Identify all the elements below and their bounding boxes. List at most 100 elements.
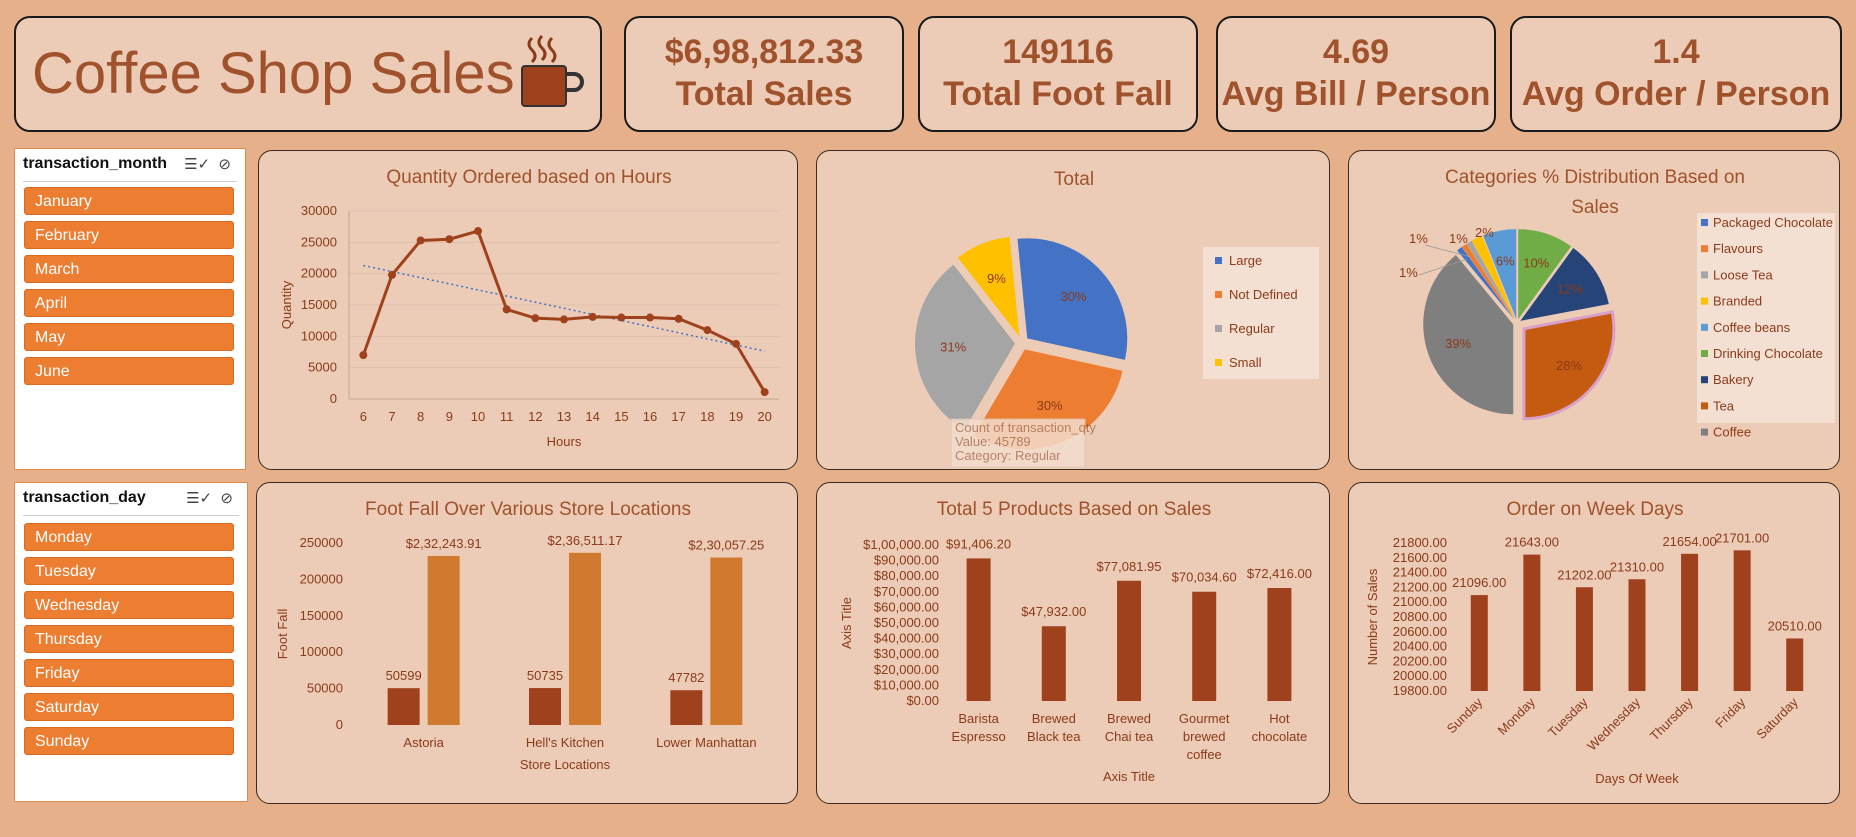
y-tick-label: 20400.00 [1393, 639, 1447, 654]
multi-select-icon[interactable]: ☰✓ [184, 156, 210, 173]
x-tick-label: 11 [500, 409, 513, 424]
chart-size-panel[interactable]: Total 9% 30% 30% 31% Large Not Defined Regular S… [816, 150, 1330, 470]
bar [1786, 638, 1804, 691]
chart-title: Order on Week Days [1506, 499, 1683, 520]
legend-swatch [1215, 359, 1222, 366]
slicer-item-monday[interactable]: Monday [24, 523, 234, 551]
x-axis-title: Store Locations [520, 757, 611, 772]
bar [1041, 626, 1066, 701]
y-tick-label: 25000 [301, 234, 337, 249]
x-tick-label: Lower Manhattan [656, 735, 756, 750]
slicer-item-thursday[interactable]: Thursday [24, 625, 234, 653]
legend-label: Regular [1229, 321, 1275, 336]
y-tick-label: 21400.00 [1393, 565, 1447, 580]
data-label: 50599 [386, 668, 422, 683]
data-label: 20510.00 [1768, 618, 1822, 633]
data-label: 21643.00 [1505, 535, 1559, 550]
y-tick-label: 21000.00 [1393, 594, 1447, 609]
data-point [359, 351, 368, 360]
kpi-total-sales: $6,98,812.33 Total Sales [624, 16, 904, 132]
y-tick-label: $10,000.00 [874, 677, 939, 692]
legend-label: Packaged Chocolate [1713, 215, 1833, 230]
tooltip-line: Category: Regular [955, 448, 1061, 463]
chart-title: Sales [1571, 197, 1619, 218]
data-point [560, 315, 568, 324]
data-label: 12% [1557, 282, 1583, 297]
legend-label: Large [1229, 253, 1262, 268]
x-tick-label: Monday [1495, 694, 1539, 738]
data-point [388, 270, 396, 279]
legend-swatch [1215, 257, 1222, 264]
bar [1681, 553, 1699, 691]
chart-title: Categories % Distribution Based on [1445, 167, 1745, 188]
slicer-item-saturday[interactable]: Saturday [24, 693, 234, 721]
data-label: 9% [987, 271, 1006, 286]
x-tick-label: 6 [360, 409, 367, 424]
chart-products-panel[interactable]: Total 5 Products Based on Sales $0.00 $10,… [816, 482, 1330, 804]
kpi-label: Avg Order / Person [1521, 75, 1831, 113]
slicer-item-april[interactable]: April [24, 289, 234, 317]
kpi-value: 1.4 [1652, 33, 1700, 71]
x-tick-label: 14 [585, 409, 599, 424]
slicer-item-march[interactable]: March [24, 255, 234, 283]
tooltip-line: Count of transaction_qty [955, 420, 1096, 435]
slicer-item-tuesday[interactable]: Tuesday [24, 557, 234, 585]
bar [1575, 587, 1593, 691]
slicer-item-sunday[interactable]: Sunday [24, 727, 234, 755]
legend-label: Bakery [1713, 372, 1754, 387]
chart-categories-panel[interactable]: Categories % Distribution Based on Sales 1… [1348, 150, 1840, 470]
slicer-item-wednesday[interactable]: Wednesday [24, 591, 234, 619]
slicer-header: transaction_day [23, 489, 146, 506]
legend-label: Coffee [1713, 425, 1751, 440]
data-point [416, 236, 425, 245]
chart-title: Foot Fall Over Various Store Locations [365, 499, 691, 520]
bar [529, 688, 561, 725]
bar [1523, 554, 1541, 691]
y-axis-title: Foot Fall [275, 609, 290, 660]
y-tick-label: 5000 [308, 360, 337, 375]
x-axis-title: Hours [547, 434, 582, 449]
clear-filter-icon[interactable]: ⊘ [220, 490, 233, 507]
data-label: 1% [1449, 231, 1468, 246]
slicer-item-friday[interactable]: Friday [24, 659, 234, 687]
bar [1733, 550, 1751, 691]
kpi-avg-bill: 4.69 Avg Bill / Person [1216, 16, 1496, 132]
coffee-cup-icon [521, 34, 584, 107]
bar [1192, 591, 1217, 701]
chart-footfall-panel[interactable]: Foot Fall Over Various Store Locations 0 5… [256, 482, 798, 804]
x-tick-label: Barista [958, 711, 999, 726]
data-label: 31% [940, 340, 966, 355]
tooltip-line: Value: 45789 [955, 434, 1031, 449]
x-tick-label: 7 [388, 409, 395, 424]
x-tick-label: Thursday [1647, 694, 1696, 743]
data-point [732, 339, 740, 348]
bar [966, 558, 991, 701]
data-label: 30% [1061, 289, 1087, 304]
y-axis-title: Axis Title [839, 597, 854, 649]
chart-title: Total [1054, 169, 1094, 190]
clear-filter-icon[interactable]: ⊘ [218, 156, 231, 173]
legend-swatch [1701, 323, 1708, 331]
kpi-label: Avg Bill / Person [1221, 75, 1491, 113]
x-tick-label: brewed [1183, 729, 1226, 744]
x-tick-label: coffee [1187, 747, 1222, 762]
multi-select-icon[interactable]: ☰✓ [186, 490, 212, 507]
legend-label: Small [1229, 355, 1262, 370]
slicer-item-february[interactable]: February [24, 221, 234, 249]
kpi-label: Total Sales [675, 75, 853, 113]
x-tick-label: 9 [446, 409, 453, 424]
chart-weekdays-panel[interactable]: Order on Week Days 19800.00 20000.00 20200.… [1348, 482, 1840, 804]
x-tick-label: 10 [471, 409, 485, 424]
x-tick-label: 13 [557, 409, 571, 424]
data-label: 1% [1409, 231, 1428, 246]
slicer-item-may[interactable]: May [24, 323, 234, 351]
y-tick-label: 150000 [300, 608, 343, 623]
y-axis-title: Number of Sales [1365, 568, 1380, 665]
slicer-item-june[interactable]: June [24, 357, 234, 385]
chart-hours-panel[interactable]: Quantity Ordered based on Hours 0 5000 1000… [258, 150, 798, 470]
data-label: 21310.00 [1610, 559, 1664, 574]
slicer-item-january[interactable]: January [24, 187, 234, 215]
slicer-transaction-day: transaction_day ☰✓ ⊘ Monday Tuesday Wedn… [14, 482, 248, 802]
y-tick-label: $60,000.00 [874, 599, 939, 614]
y-tick-label: 200000 [300, 571, 343, 586]
